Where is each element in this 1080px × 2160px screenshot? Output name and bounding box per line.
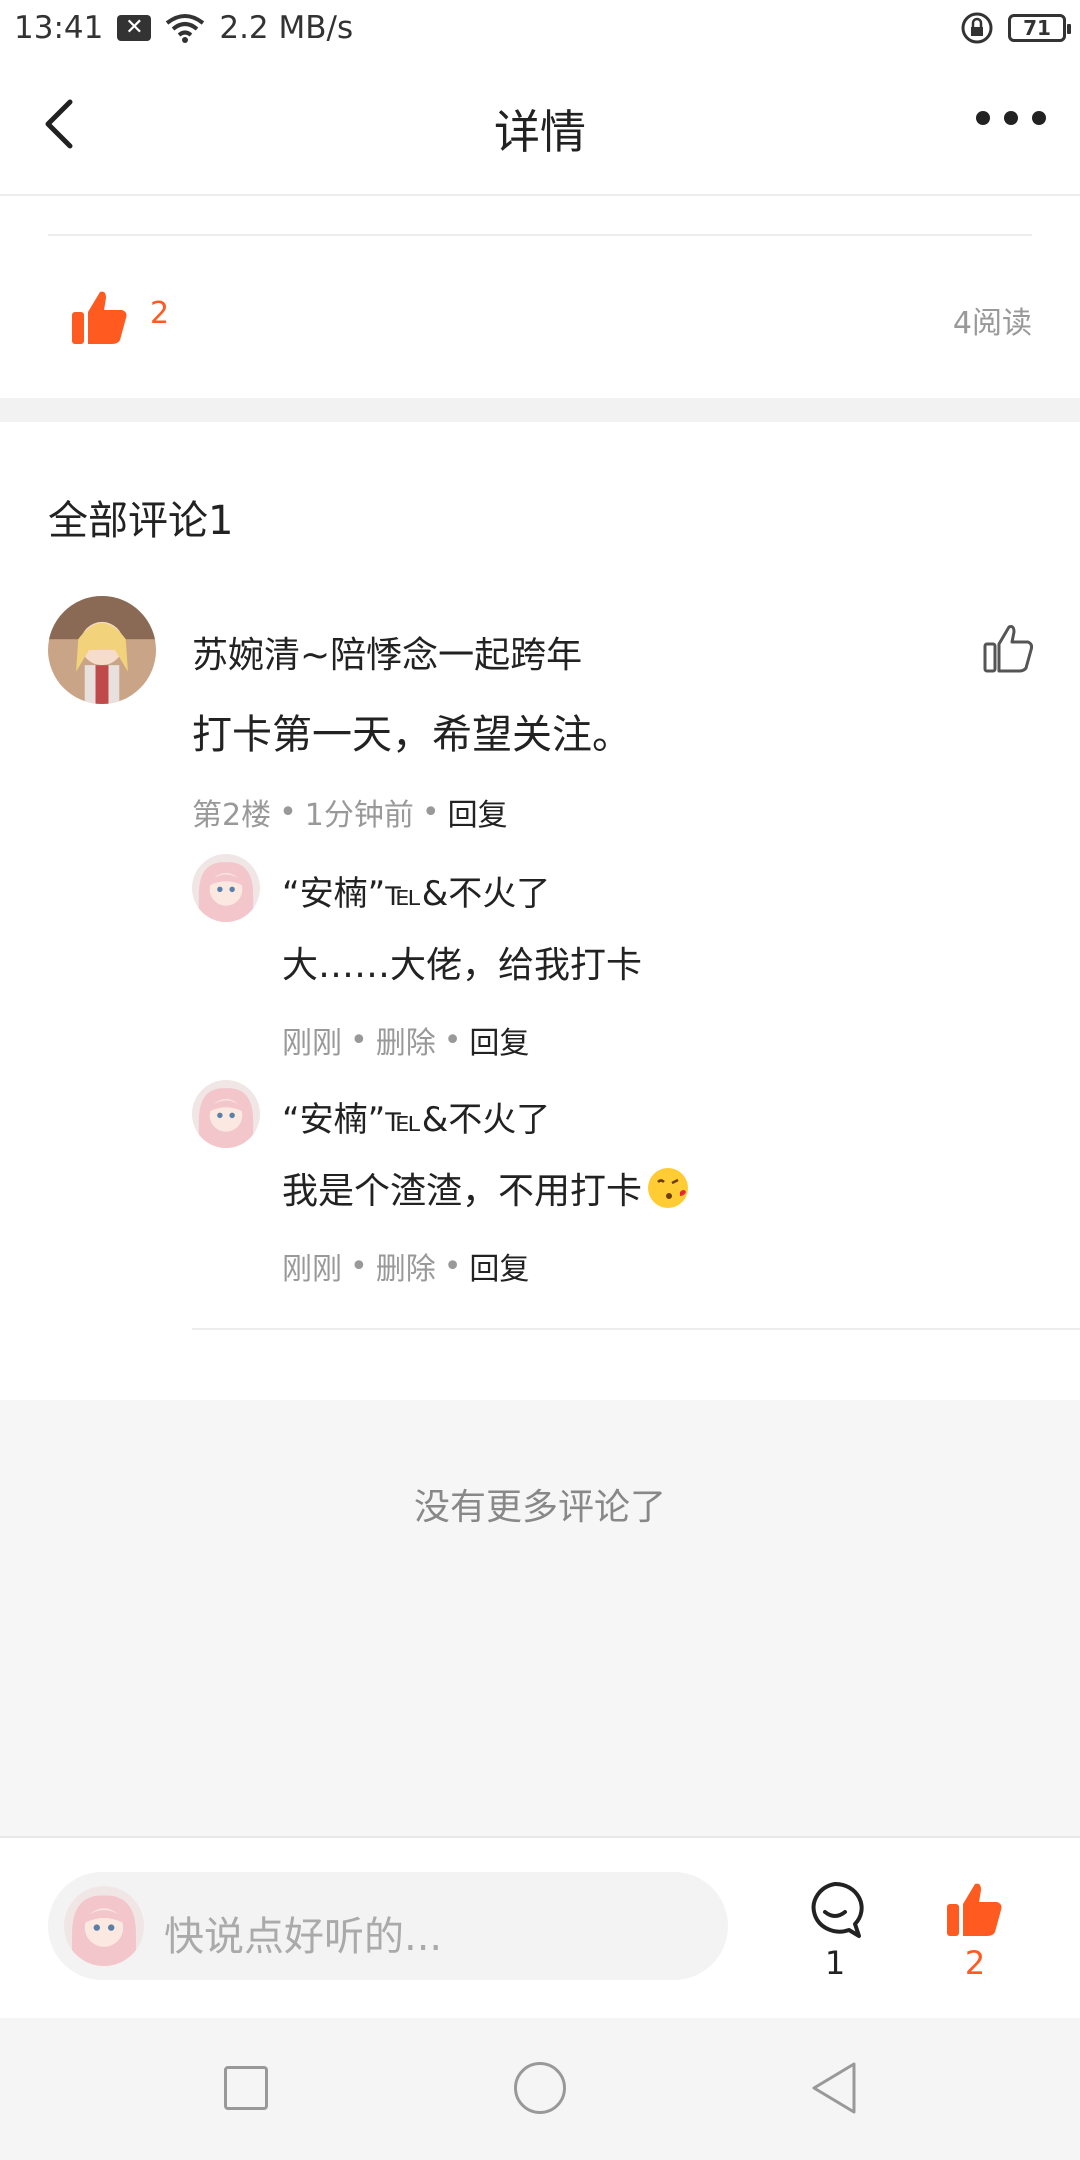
battery-icon: 71 xyxy=(1008,14,1071,42)
reply-meta: 刚刚 • 删除 • 回复 xyxy=(282,1244,529,1288)
avatar xyxy=(64,1886,144,1966)
comment-username[interactable]: 苏婉清~陪悸念一起跨年 xyxy=(192,626,582,678)
square-icon[interactable] xyxy=(224,2066,268,2110)
system-navigation-bar xyxy=(0,2018,1080,2160)
comment-floor: 第2楼 xyxy=(192,798,272,833)
comment-input[interactable]: 快说点好听的... xyxy=(48,1872,728,1980)
comments-title: 全部评论1 xyxy=(48,498,234,544)
reply-text: 我是个渣渣，不用打卡 xyxy=(282,1171,643,1212)
thumbs-up-icon xyxy=(947,1883,1002,1936)
comment-meta: 第2楼 • 1分钟前 • 回复 xyxy=(192,790,508,834)
comments-end-area: 没有更多评论了 xyxy=(0,1400,1080,1836)
comment-count: 1 xyxy=(824,1944,846,1982)
like-count: 2 xyxy=(964,1944,986,1982)
avatar[interactable] xyxy=(48,596,156,704)
comment-icon xyxy=(811,1881,864,1938)
more-icon[interactable] xyxy=(976,106,1046,130)
thumbs-up-icon[interactable] xyxy=(982,622,1034,674)
avatar[interactable] xyxy=(192,854,260,922)
status-bar: 13:41 ✕ 2.2 MB/s 71 xyxy=(0,0,1080,56)
reply-username[interactable]: “安楠”℡&不火了 xyxy=(282,866,550,915)
thumbs-up-icon[interactable] xyxy=(70,288,128,346)
comment-time: 1分钟前 xyxy=(304,798,414,833)
reply-text: 大……大佬，给我打卡 xyxy=(282,945,643,986)
comment-input-placeholder: 快说点好听的... xyxy=(164,1914,443,1960)
divider xyxy=(192,1328,1080,1330)
read-count: 4阅读 xyxy=(952,306,1032,341)
reply-time: 刚刚 xyxy=(282,1026,342,1061)
reply-button[interactable]: 回复 xyxy=(469,1244,529,1288)
reply-meta: 刚刚 • 删除 • 回复 xyxy=(282,1018,529,1062)
comment-button[interactable]: 1 xyxy=(800,1880,870,1982)
section-separator xyxy=(0,398,1080,422)
page-title: 详情 xyxy=(494,105,586,159)
avatar[interactable] xyxy=(192,1080,260,1148)
delete-button[interactable]: 删除 xyxy=(376,1018,436,1062)
no-more-comments-text: 没有更多评论了 xyxy=(413,1487,666,1528)
reply-text-row: 我是个渣渣，不用打卡 xyxy=(282,1162,690,1214)
post-like-count: 2 xyxy=(150,296,170,331)
reply-username[interactable]: “安楠”℡&不火了 xyxy=(282,1092,550,1141)
like-button[interactable]: 2 xyxy=(940,1880,1010,1982)
bottom-action-bar: 快说点好听的... 1 2 xyxy=(0,1836,1080,2018)
delete-button[interactable]: 删除 xyxy=(376,1244,436,1288)
wifi-icon xyxy=(166,14,205,43)
circle-icon[interactable] xyxy=(514,2062,566,2114)
comment-text: 打卡第一天，希望关注。 xyxy=(192,712,632,758)
post-stats-row: 2 4阅读 xyxy=(0,236,1080,398)
kissing-face-emoji-icon xyxy=(648,1168,689,1208)
status-time: 13:41 xyxy=(14,10,104,46)
battery-level: 71 xyxy=(1023,16,1051,40)
reply-button[interactable]: 回复 xyxy=(448,790,508,834)
reply-button[interactable]: 回复 xyxy=(469,1018,529,1062)
close-icon: ✕ xyxy=(117,15,152,41)
navbar: 详情 xyxy=(0,56,1080,196)
reply-time: 刚刚 xyxy=(282,1252,342,1287)
lock-icon xyxy=(961,12,993,44)
network-speed: 2.2 MB/s xyxy=(219,10,354,46)
triangle-icon[interactable] xyxy=(808,2060,860,2116)
